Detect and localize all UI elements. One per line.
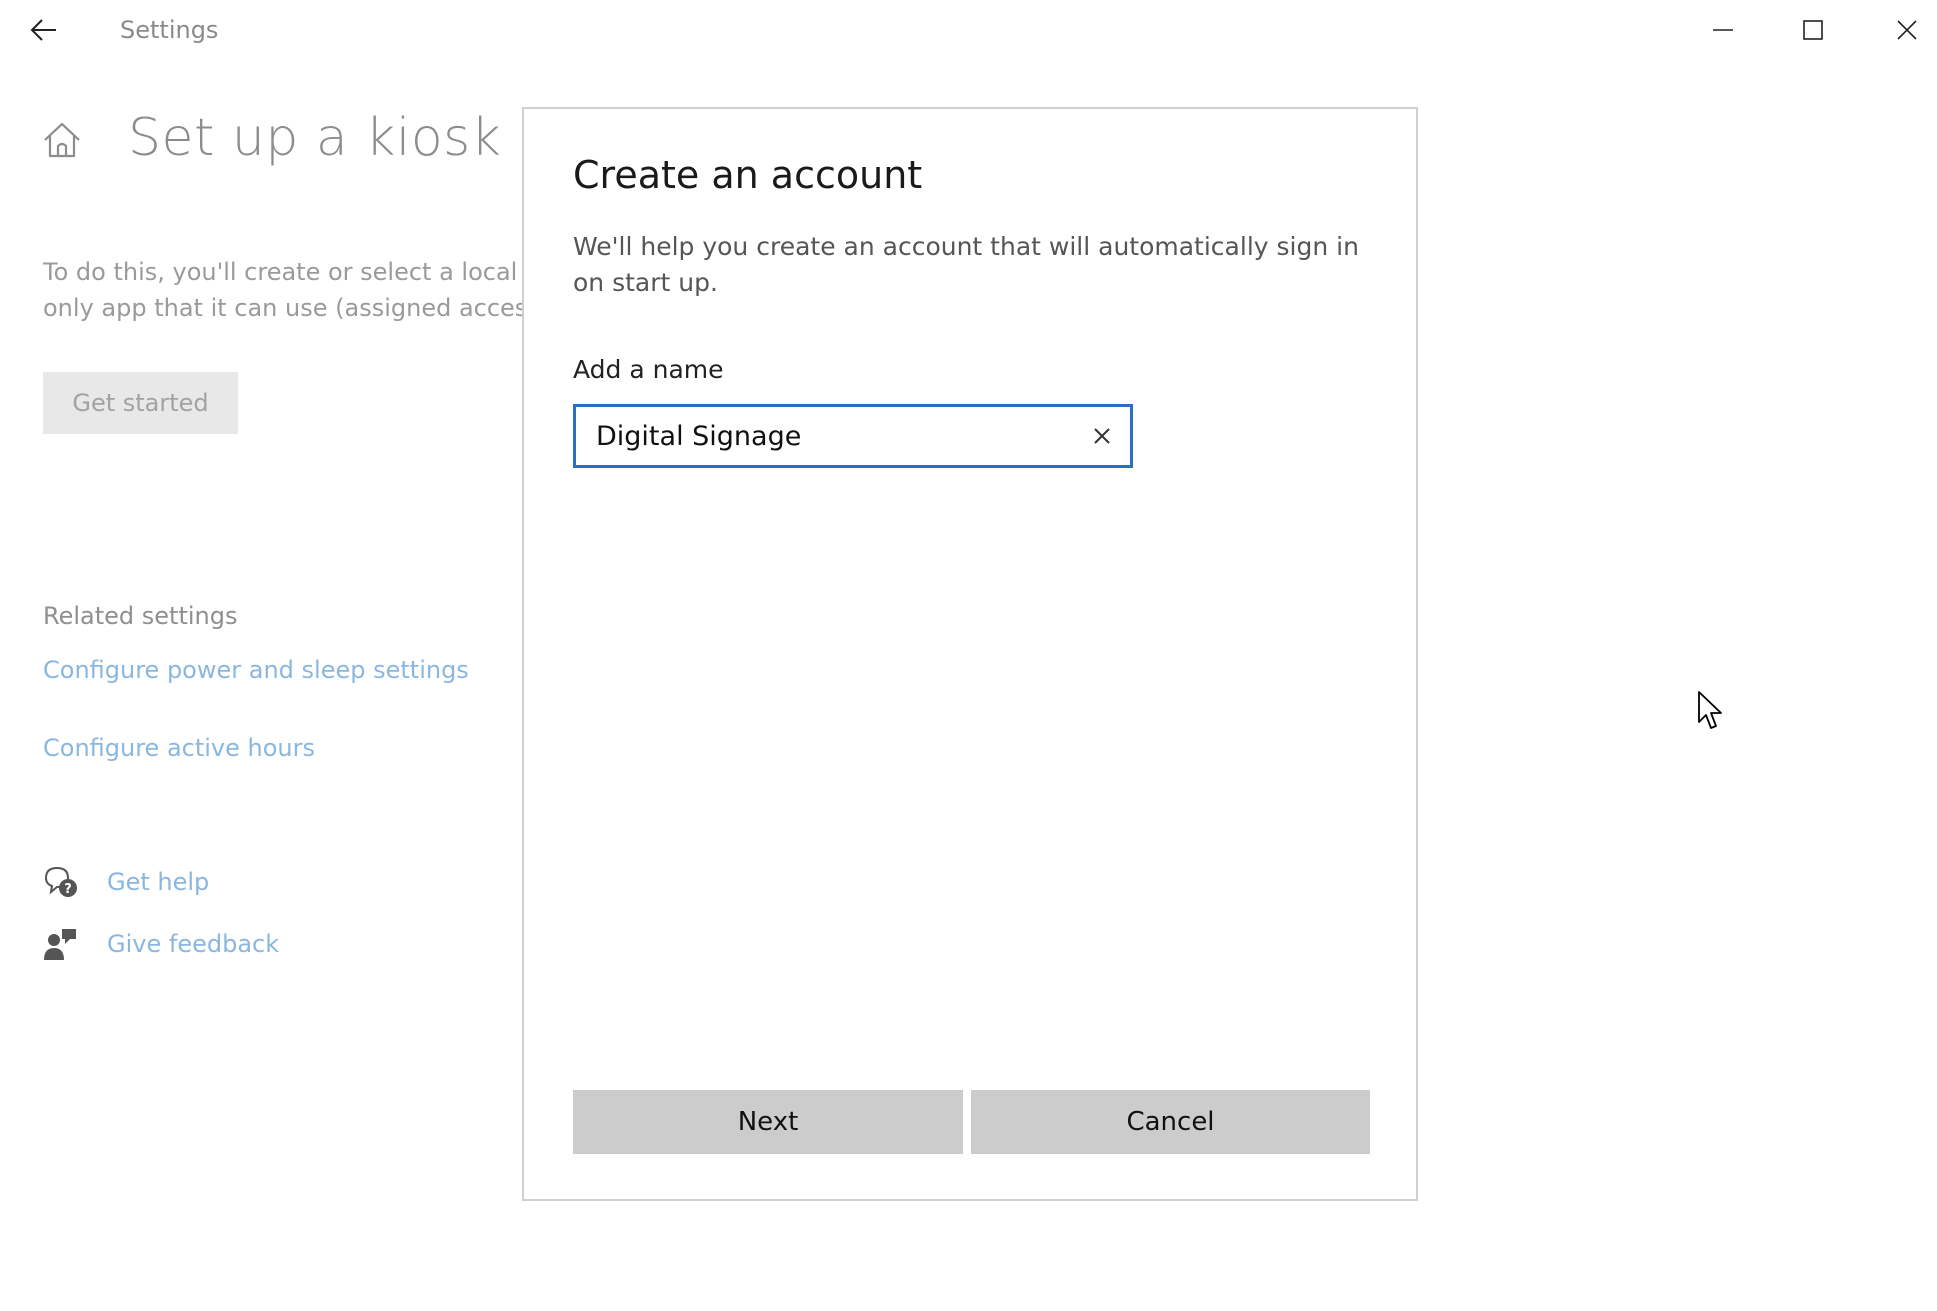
give-feedback-link[interactable]: Give feedback <box>107 930 279 958</box>
get-help-link[interactable]: Get help <box>107 868 209 896</box>
page-title: Set up a kiosk <box>128 108 502 168</box>
name-field[interactable] <box>573 404 1133 468</box>
dialog-description: We'll help you create an account that wi… <box>573 232 1359 297</box>
close-icon <box>1897 20 1917 40</box>
feedback-person-icon <box>44 929 76 960</box>
name-input[interactable] <box>596 407 1066 465</box>
description-line-2: only app that it can use (assigned acces <box>43 294 523 322</box>
clear-input-button[interactable] <box>1082 416 1122 456</box>
maximize-button[interactable] <box>1768 0 1858 60</box>
maximize-icon <box>1803 20 1823 40</box>
mouse-cursor-icon <box>1698 691 1722 729</box>
minimize-icon <box>1713 29 1733 31</box>
configure-power-sleep-link[interactable]: Configure power and sleep settings <box>43 656 469 684</box>
clear-x-icon <box>1094 428 1110 444</box>
create-account-dialog: Create an account We'll help you create … <box>522 107 1418 1201</box>
help-chat-icon: ? <box>44 866 77 897</box>
title-bar: Settings <box>0 0 1937 60</box>
get-started-button[interactable]: Get started <box>43 372 238 434</box>
dialog-title: Create an account <box>573 153 923 197</box>
cancel-button[interactable]: Cancel <box>971 1090 1370 1154</box>
arrow-left-icon <box>30 19 56 41</box>
app-title: Settings <box>120 16 219 44</box>
description-line-1: To do this, you'll create or select a lo… <box>43 258 518 286</box>
svg-text:?: ? <box>64 882 72 897</box>
related-settings-heading: Related settings <box>43 602 238 630</box>
close-button[interactable] <box>1862 0 1937 60</box>
next-button[interactable]: Next <box>573 1090 963 1154</box>
back-button[interactable] <box>24 10 64 50</box>
name-field-label: Add a name <box>573 355 724 384</box>
home-icon[interactable] <box>40 118 84 162</box>
page-description: To do this, you'll create or select a lo… <box>43 254 523 326</box>
configure-active-hours-link[interactable]: Configure active hours <box>43 734 315 762</box>
minimize-button[interactable] <box>1678 0 1768 60</box>
